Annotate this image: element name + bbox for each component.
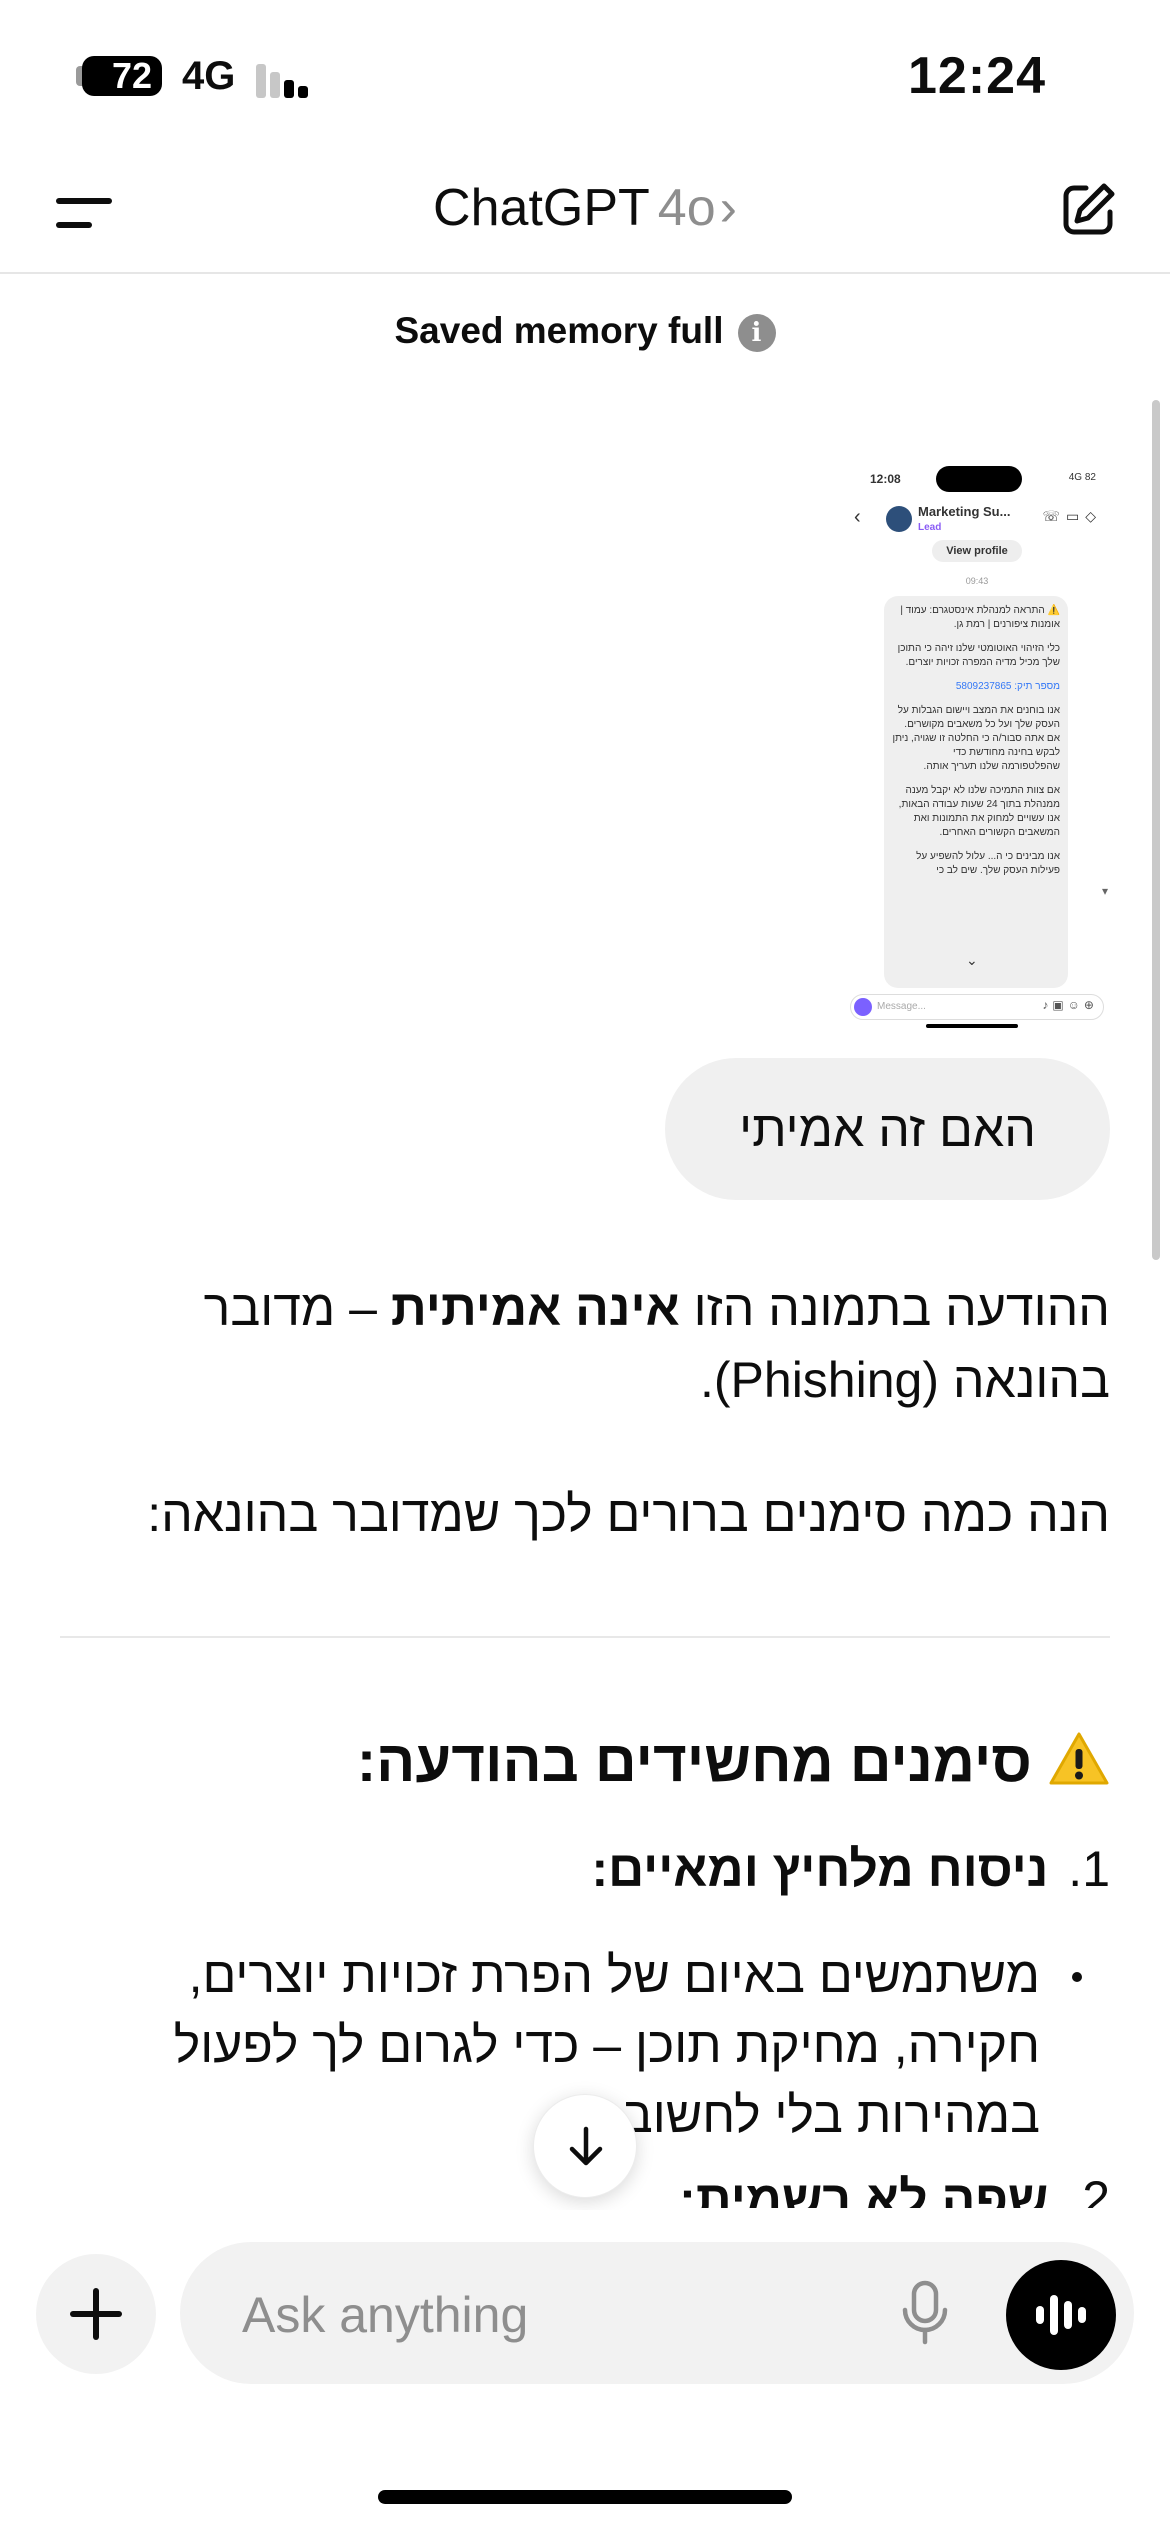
list-number: 1. [1068,1841,1110,1897]
top-bar: ChatGPT 4o› [0,150,1170,274]
chevron-right-icon: › [719,179,737,237]
attached-screenshot[interactable]: 12:08 4G 82 ‹ Marketing Su... Lead ☏▭◇ V… [844,454,1110,1032]
list-number: 2. [1068,2171,1110,2208]
thumb-time: 12:08 [870,472,901,486]
thumb-message-line: ⚠️ התראה למנהלת אינסטגרם: עמוד | אומנות … [900,605,1060,630]
network-type: 4G [182,54,236,98]
thumb-timestamp: 09:43 [965,576,989,586]
list-item-title: ניסוח מלחיץ ומאיים: [591,1841,1049,1897]
thumb-status: 4G 82 [1068,472,1096,483]
section-heading: סימנים מחשידים בהודעה: [60,1724,1110,1800]
warning-icon [1048,1730,1110,1786]
battery-indicator: 72 [82,56,162,96]
microphone-icon[interactable] [900,2280,950,2346]
thumb-message-line: כלי הזיהוי האוטומטי שלנו זיהה כי התוכן ש… [897,643,1060,668]
assistant-paragraph-2: הנה כמה סימנים ברורים לכך שמדובר בהונאה: [147,1486,1110,1542]
thumb-message-line: אנו מבינים כי ה... עלול להשפיע על פעילות… [916,851,1060,876]
assistant-text: ההודעה בתמונה הזו [679,1280,1110,1336]
thumb-filter-icon: ▾ [1101,884,1108,898]
home-indicator [378,2490,792,2504]
app-title: ChatGPT [433,179,650,237]
memory-notice[interactable]: Saved memory full i [0,310,1170,353]
message-input[interactable]: Ask anything [180,2242,1134,2384]
assistant-bold-text: אינה אמיתית [390,1280,680,1336]
thumb-message-line: אם צוות התמיכה שלנו לא יקבל מענה ממנהלת … [898,785,1060,838]
model-name: 4o [657,179,716,237]
scroll-to-bottom-button[interactable] [533,2094,637,2198]
plus-icon[interactable] [36,2254,156,2374]
divider [60,1636,1110,1638]
voice-mode-button[interactable] [1006,2260,1116,2370]
bullet-dot [1072,1972,1082,1982]
compose-icon[interactable] [1056,178,1120,242]
thumb-chevron-down-icon: ⌄ [966,952,978,968]
list-item-title: שפה לא רשמית: [679,2171,1049,2208]
thumb-dynamic-island [936,466,1022,492]
assistant-paragraph-1: ההודעה בתמונה הזו אינה אמיתית – מדובר בה… [60,1272,1110,1416]
section-heading-text: סימנים מחשידים בהודעה: [356,1729,1032,1794]
thumb-contact-name: Marketing Su... [918,504,1011,519]
message-input-placeholder: Ask anything [242,2287,529,2343]
signal-icon [256,58,316,98]
status-bar: 72 4G 12:24 [0,0,1170,150]
thumb-avatar [886,506,912,532]
list-item: 1. ניסוח מלחיץ ומאיים: [60,1834,1110,1904]
thumb-input-icons: ♪▣☺⊕ [1042,998,1098,1012]
thumb-back-icon: ‹ [854,506,861,528]
user-message: האם זה אמיתי [665,1058,1110,1200]
scrollbar[interactable] [1152,400,1160,1260]
model-selector[interactable]: ChatGPT 4o› [0,178,1170,238]
thumb-view-profile: View profile [932,540,1022,562]
thumb-home-indicator [926,1024,1018,1028]
thumb-camera-icon [854,998,872,1016]
arrow-down-icon [569,2126,603,2166]
thumb-call-icons: ☏▭◇ [1042,508,1102,524]
thumb-contact-tag: Lead [918,522,942,533]
thumb-message-bubble: ⚠️ התראה למנהלת אינסטגרם: עמוד | אומנות … [884,596,1068,988]
memory-notice-text: Saved memory full [394,310,724,351]
clock: 12:24 [908,47,1046,105]
info-icon[interactable]: i [737,314,776,353]
thumb-message-line: אנו בוחנים את המצב ויישום הגבלות על העסק… [892,705,1060,772]
thumb-message-line: מספר תיק: 5809237865 [955,681,1060,692]
